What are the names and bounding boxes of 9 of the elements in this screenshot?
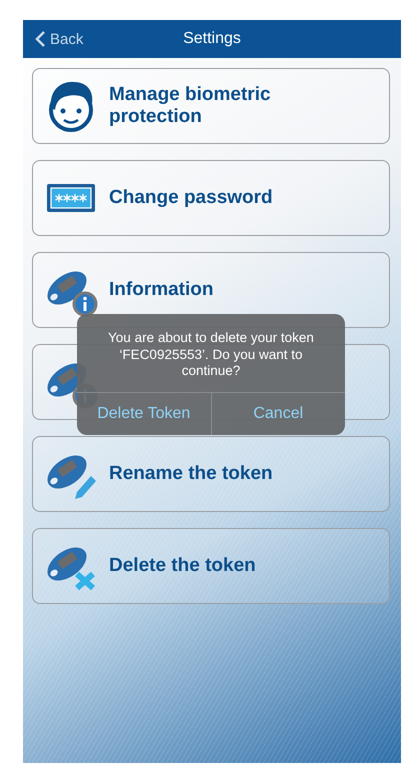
settings-item[interactable]: Delete the token — [32, 528, 390, 604]
back-button[interactable]: Back — [35, 30, 84, 48]
chevron-left-icon — [35, 30, 46, 48]
screen-title: Settings — [183, 30, 241, 48]
alert-message: You are about to delete your token ‘FEC0925553’. Do you want to continue? — [107, 329, 315, 380]
settings-item[interactable]: Change password — [32, 160, 390, 236]
settings-item[interactable]: Rename the token — [32, 436, 390, 512]
settings-item[interactable]: Manage biometric protection — [32, 68, 390, 144]
password-icon — [46, 183, 96, 213]
